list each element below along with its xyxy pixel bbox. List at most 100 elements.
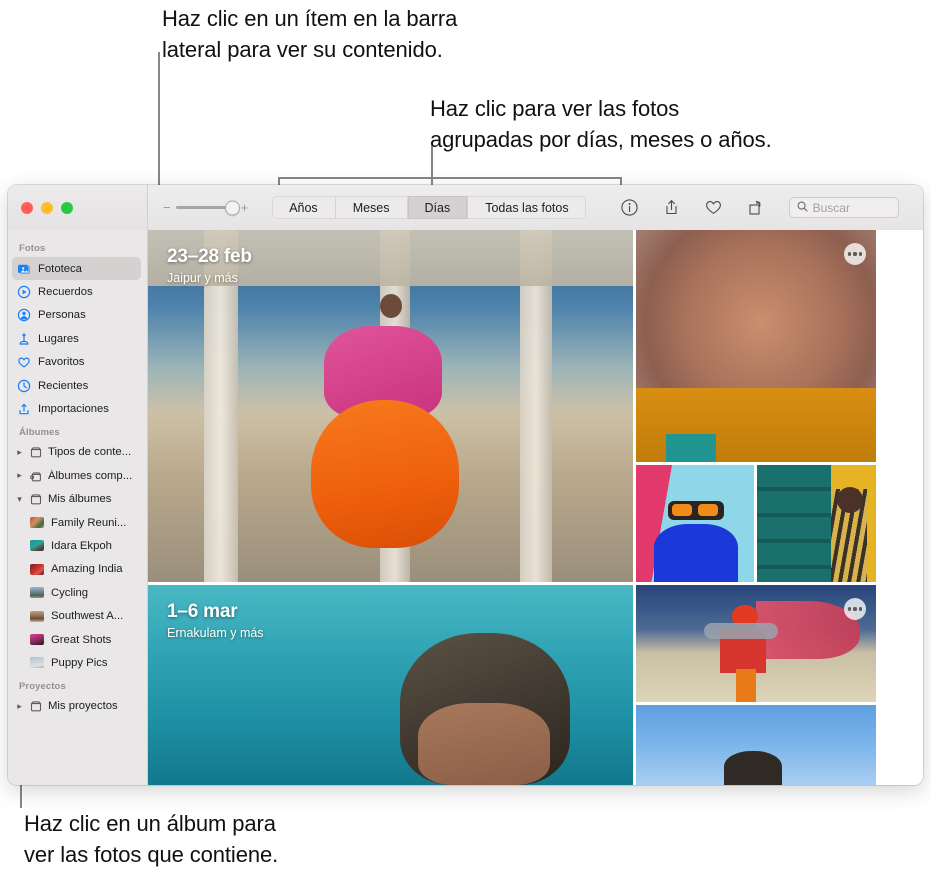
info-icon[interactable] (620, 198, 639, 217)
album-thumbnail (30, 611, 44, 622)
sidebar-item-favoritos[interactable]: Favoritos (8, 351, 147, 374)
toolbar: − + Años Meses Días Todas las fotos (8, 185, 923, 231)
photos-library-icon (17, 262, 31, 276)
more-options-button[interactable] (844, 598, 866, 620)
illustration-canvas: Haz clic en un ítem en la barra lateral … (0, 0, 931, 883)
day-overlay: 1–6 mar Ernakulam y más (167, 601, 264, 640)
photo-grid[interactable]: 23–28 feb Jaipur y más (148, 230, 923, 785)
sidebar-item-label: Mis proyectos (48, 700, 118, 712)
shared-folder-icon (29, 469, 43, 483)
photo-thumbnail[interactable] (636, 230, 876, 462)
clock-icon (17, 379, 31, 393)
album-thumbnail (30, 540, 44, 551)
sidebar-item-mis-proyectos[interactable]: ▸ Mis proyectos (8, 695, 147, 718)
album-thumbnail (30, 587, 44, 598)
callout-album-text: Haz clic en un álbum para ver las fotos … (24, 808, 278, 870)
plus-icon[interactable]: + (241, 201, 249, 214)
zoom-button[interactable] (61, 202, 73, 214)
sidebar-item-lugares[interactable]: Lugares (8, 327, 147, 350)
album-thumbnail (30, 564, 44, 575)
day-row: 23–28 feb Jaipur y más (148, 230, 923, 582)
tab-todas-las-fotos[interactable]: Todas las fotos (468, 196, 585, 219)
search-field[interactable]: Buscar (789, 197, 899, 218)
view-mode-segmented-control[interactable]: Años Meses Días Todas las fotos (272, 196, 585, 219)
photo-thumbnail[interactable] (757, 465, 876, 582)
sidebar-album-southwest-adventure[interactable]: Southwest A... (8, 604, 147, 627)
sidebar-item-label: Importaciones (38, 403, 109, 415)
sidebar-item-tipos-de-contenido[interactable]: ▸ Tipos de conte... (8, 441, 147, 464)
folder-icon (29, 445, 43, 459)
import-icon (17, 402, 31, 416)
sidebar-item-label: Lugares (38, 333, 79, 345)
sidebar-item-label: Fototeca (38, 263, 82, 275)
sidebar-album-great-shots[interactable]: Great Shots (8, 628, 147, 651)
sidebar-item-label: Great Shots (51, 634, 111, 646)
tab-dias[interactable]: Días (408, 196, 469, 219)
chevron-right-icon[interactable]: ▸ (15, 448, 24, 457)
rotate-icon[interactable] (746, 198, 765, 217)
tab-anos[interactable]: Años (272, 196, 336, 219)
sidebar-album-idara-ekpoh[interactable]: Idara Ekpoh (8, 534, 147, 557)
sidebar-item-label: Family Reuni... (51, 517, 126, 529)
search-placeholder: Buscar (813, 201, 850, 215)
sidebar-album-puppy-pics[interactable]: Puppy Pics (8, 651, 147, 674)
sidebar[interactable]: Fotos Fototeca (8, 230, 148, 785)
sidebar-item-personas[interactable]: Personas (8, 304, 147, 327)
minimize-button[interactable] (41, 202, 53, 214)
places-pin-icon (17, 332, 31, 346)
photo-thumbnail[interactable] (636, 705, 876, 785)
day-title: 1–6 mar (167, 601, 264, 623)
day-overlay: 23–28 feb Jaipur y más (167, 246, 252, 285)
sidebar-item-label: Tipos de conte... (48, 446, 131, 458)
callout-viewmode-text: Haz clic para ver las fotos agrupadas po… (430, 93, 772, 155)
photo-thumbnail[interactable] (636, 585, 876, 702)
sidebar-item-albumes-compartidos[interactable]: ▸ Álbumes comp... (8, 464, 147, 487)
sidebar-item-mis-albumes[interactable]: ▾ Mis álbumes (8, 488, 147, 511)
sidebar-item-recuerdos[interactable]: Recuerdos (8, 280, 147, 303)
photos-app-window: − + Años Meses Días Todas las fotos (8, 185, 923, 785)
day-subtitle: Ernakulam y más (167, 626, 264, 640)
more-options-button[interactable] (844, 243, 866, 265)
sidebar-item-label: Personas (38, 309, 86, 321)
photo-thumbnail[interactable] (636, 465, 754, 582)
sidebar-item-label: Southwest A... (51, 610, 123, 622)
minus-icon[interactable]: − (163, 201, 171, 214)
album-thumbnail (30, 657, 44, 668)
thumbnail-size-slider[interactable]: − + (163, 201, 248, 214)
sidebar-album-cycling[interactable]: Cycling (8, 581, 147, 604)
sidebar-item-fototeca[interactable]: Fototeca (12, 257, 141, 280)
sidebar-item-label: Recientes (38, 380, 88, 392)
day-row: 1–6 mar Ernakulam y más (148, 585, 923, 785)
sidebar-item-label: Idara Ekpoh (51, 540, 112, 552)
day-group: 1–6 mar Ernakulam y más (148, 585, 923, 785)
search-icon (797, 199, 808, 217)
sidebar-section-fotos-header: Fotos (8, 237, 147, 257)
sidebar-item-label: Recuerdos (38, 286, 93, 298)
day-subtitle: Jaipur y más (167, 271, 252, 285)
chevron-right-icon[interactable]: ▸ (15, 471, 24, 480)
heart-icon (17, 355, 31, 369)
sidebar-item-importaciones[interactable]: Importaciones (8, 397, 147, 420)
hero-photo[interactable]: 23–28 feb Jaipur y más (148, 230, 633, 582)
album-thumbnail (30, 634, 44, 645)
slider-track[interactable] (176, 206, 236, 209)
sidebar-section-proyectos-header: Proyectos (8, 675, 147, 695)
people-icon (17, 308, 31, 322)
photo-pair (636, 465, 876, 582)
toolbar-actions (620, 198, 765, 217)
favorite-heart-icon[interactable] (704, 198, 723, 217)
chevron-right-icon[interactable]: ▸ (15, 702, 24, 711)
sidebar-item-label: Mis álbumes (48, 493, 111, 505)
hero-photo[interactable]: 1–6 mar Ernakulam y más (148, 585, 633, 785)
photo-column (636, 585, 876, 785)
chevron-down-icon[interactable]: ▾ (15, 495, 24, 504)
slider-knob[interactable] (225, 200, 240, 215)
sidebar-item-recientes[interactable]: Recientes (8, 374, 147, 397)
tab-meses[interactable]: Meses (336, 196, 408, 219)
sidebar-album-amazing-india[interactable]: Amazing India (8, 558, 147, 581)
share-icon[interactable] (662, 198, 681, 217)
sidebar-album-family-reunion[interactable]: Family Reuni... (8, 511, 147, 534)
close-button[interactable] (21, 202, 33, 214)
sidebar-item-label: Álbumes comp... (48, 470, 132, 482)
sidebar-item-label: Amazing India (51, 563, 123, 575)
